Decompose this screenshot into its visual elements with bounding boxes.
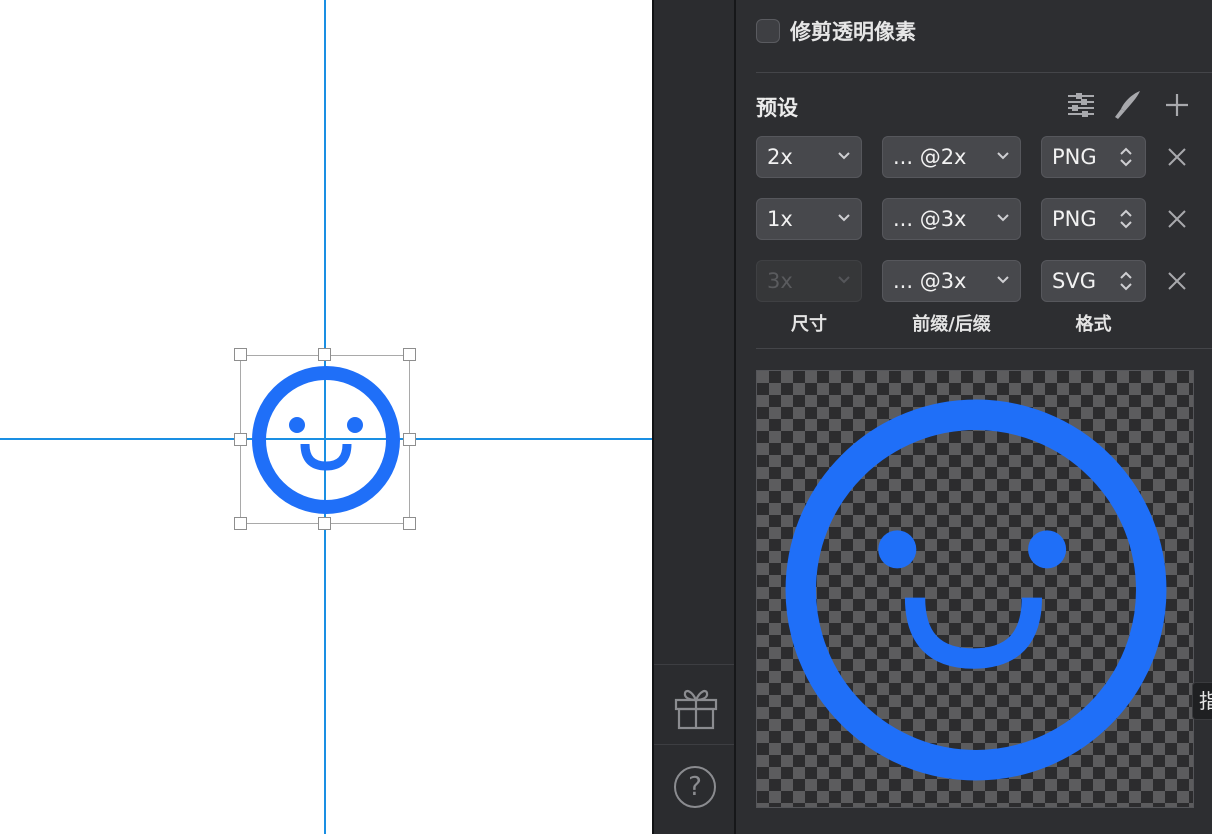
format-column-label: 格式 — [1075, 314, 1112, 335]
trim-transparent-checkbox[interactable] — [756, 19, 780, 43]
suffix-select-value: ... @2x — [893, 145, 967, 169]
updown-chevron-icon — [1120, 147, 1132, 167]
size-select-value: 1x — [767, 207, 793, 231]
size-select-disabled: 3x — [756, 260, 862, 302]
updown-chevron-icon — [1120, 209, 1132, 229]
resize-handle-top-right[interactable] — [403, 348, 416, 361]
knife-icon[interactable] — [1112, 90, 1142, 120]
plus-icon[interactable] — [1162, 90, 1192, 120]
chevron-down-icon — [838, 276, 850, 284]
resize-handle-right[interactable] — [403, 433, 416, 446]
smiley-face-preview-icon — [785, 399, 1167, 781]
chevron-down-icon — [838, 214, 850, 222]
resize-handle-bottom[interactable] — [318, 517, 331, 530]
smiley-face-icon[interactable] — [250, 364, 402, 516]
section-divider — [756, 72, 1212, 73]
remove-preset-close-icon[interactable] — [1166, 208, 1188, 230]
gift-icon[interactable] — [672, 684, 720, 732]
format-select[interactable]: PNG — [1041, 198, 1146, 240]
size-column-label: 尺寸 — [791, 314, 827, 335]
design-canvas[interactable] — [0, 0, 652, 834]
format-select-value: PNG — [1052, 207, 1097, 231]
side-toolbar: ? — [652, 0, 736, 834]
size-select[interactable]: 1x — [756, 198, 862, 240]
format-select-value: PNG — [1052, 145, 1097, 169]
sliders-icon[interactable] — [1066, 90, 1096, 120]
suffix-select[interactable]: ... @3x — [882, 198, 1021, 240]
remove-preset-close-icon[interactable] — [1166, 270, 1188, 292]
section-divider — [756, 348, 1212, 349]
chevron-down-icon — [997, 276, 1009, 284]
trim-transparent-label[interactable]: 修剪透明像素 — [790, 16, 916, 46]
help-icon[interactable]: ? — [674, 766, 716, 808]
tooltip: 指 — [1192, 682, 1212, 720]
suffix-select[interactable]: ... @3x — [882, 260, 1021, 302]
export-preview — [756, 370, 1194, 808]
updown-chevron-icon — [1120, 271, 1132, 291]
presets-title: 预设 — [756, 96, 798, 120]
chevron-down-icon — [997, 214, 1009, 222]
resize-handle-left[interactable] — [234, 433, 247, 446]
size-select[interactable]: 2x — [756, 136, 862, 178]
suffix-select-value: ... @3x — [893, 207, 967, 231]
chevron-down-icon — [997, 152, 1009, 160]
size-select-value: 2x — [767, 145, 793, 169]
format-select[interactable]: SVG — [1041, 260, 1146, 302]
strip-divider — [654, 664, 734, 665]
suffix-select-value: ... @3x — [893, 269, 967, 293]
format-select-value: SVG — [1052, 269, 1096, 293]
suffix-select[interactable]: ... @2x — [882, 136, 1021, 178]
resize-handle-bottom-right[interactable] — [403, 517, 416, 530]
export-panel: 修剪透明像素 预设 2x ... @2x PNG 1x ... @3x PNG … — [736, 0, 1212, 834]
resize-handle-bottom-left[interactable] — [234, 517, 247, 530]
chevron-down-icon — [838, 152, 850, 160]
strip-divider — [654, 744, 734, 745]
suffix-column-label: 前缀/后缀 — [912, 314, 991, 335]
format-select[interactable]: PNG — [1041, 136, 1146, 178]
size-select-value: 3x — [767, 269, 793, 293]
resize-handle-top-left[interactable] — [234, 348, 247, 361]
resize-handle-top[interactable] — [318, 348, 331, 361]
remove-preset-close-icon[interactable] — [1166, 146, 1188, 168]
